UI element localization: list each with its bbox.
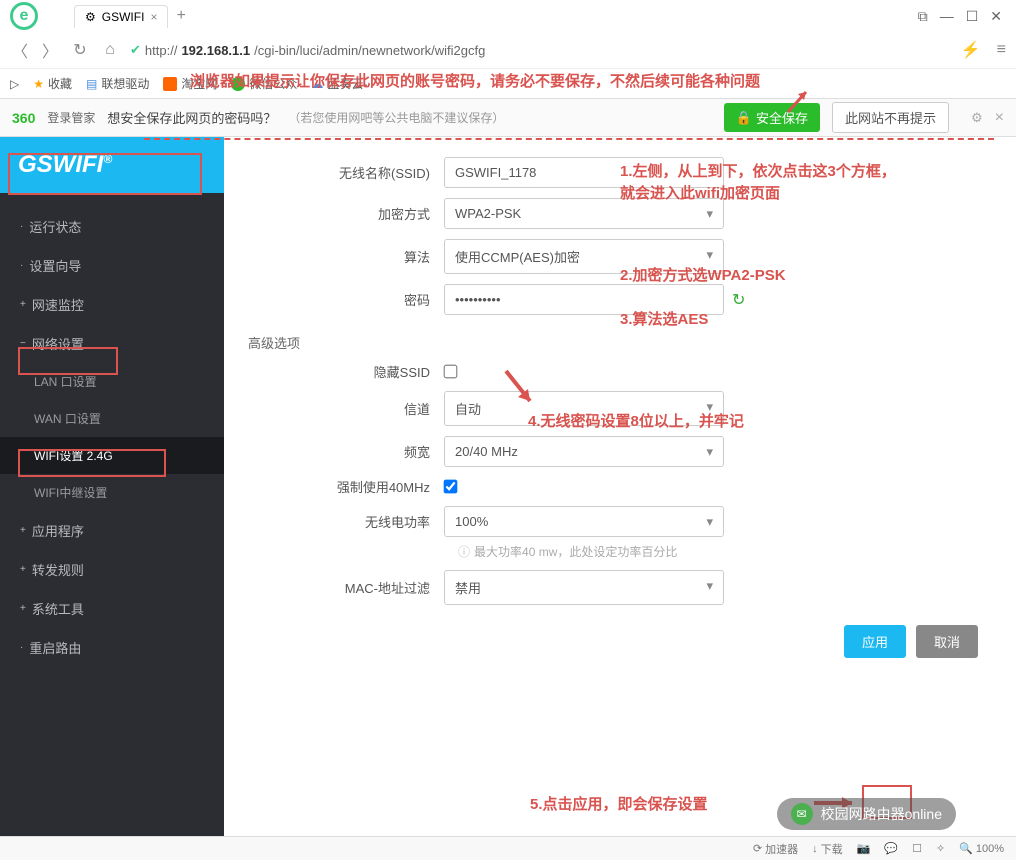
tab-title: GSWIFI: [102, 10, 145, 24]
window-close-icon[interactable]: ✕: [990, 8, 1002, 25]
star-icon: ★: [33, 77, 44, 91]
algorithm-select[interactable]: 使用CCMP(AES)加密: [444, 239, 724, 274]
pm-note: （若您使用网吧等公共电脑不建议保存）: [288, 109, 504, 126]
gear-icon[interactable]: ⚙: [971, 110, 983, 126]
mac-filter-label: MAC-地址过滤: [244, 578, 444, 597]
tab-close-icon[interactable]: ×: [150, 10, 157, 24]
url-scheme: http://: [145, 43, 178, 58]
window-controls: ⧉ — ☐ ✕: [918, 8, 1012, 25]
browser-menu-icon[interactable]: ≡: [997, 41, 1006, 59]
shield-icon: ✔: [130, 42, 141, 58]
status-zoom[interactable]: 🔍 100%: [959, 842, 1004, 855]
pm-save-button[interactable]: 🔒安全保存: [724, 103, 820, 132]
browser-chrome: e ⚙ GSWIFI × + ⧉ — ☐ ✕ 〈 〉 ↻ ⌂ ✔ http://…: [0, 0, 1016, 99]
sidebar-item-wizard[interactable]: ·设置向导: [0, 246, 224, 285]
power-hint: ⓘ最大功率40 mw，此处设定功率百分比: [458, 543, 996, 560]
url-path: /cgi-bin/luci/admin/newnetwork/wifi2gcfg: [254, 43, 485, 58]
window-restore-icon[interactable]: ⧉: [918, 8, 928, 25]
browser-logo: e: [4, 0, 44, 36]
lock-icon: 🔒: [736, 110, 752, 126]
pm-dismiss-button[interactable]: 此网站不再提示: [832, 102, 949, 133]
sidebar-item-reboot[interactable]: ·重启路由: [0, 628, 224, 667]
sidebar-item-forward[interactable]: +转发规则: [0, 550, 224, 589]
status-icon[interactable]: 💬: [884, 842, 898, 855]
sidebar-item-speed[interactable]: +网速监控: [0, 285, 224, 324]
encryption-select[interactable]: WPA2-PSK: [444, 198, 724, 229]
nav-back-icon[interactable]: 〈: [10, 38, 30, 62]
sidebar-item-apps[interactable]: +应用程序: [0, 511, 224, 550]
bookmark-item[interactable]: ☁蓝奏云-: [311, 75, 367, 92]
main-content: 无线名称(SSID) 加密方式 WPA2-PSK 算法 使用CCMP(AES)加…: [224, 137, 1016, 837]
status-download[interactable]: ↓ 下载: [812, 841, 843, 857]
channel-select[interactable]: 自动: [444, 391, 724, 426]
router-logo: GSWIFI®: [0, 137, 224, 193]
pm-close-icon[interactable]: ×: [995, 109, 1004, 127]
status-icon[interactable]: 📷: [857, 842, 871, 855]
sidebar: GSWIFI® ·运行状态 ·设置向导 +网速监控 −网络设置 LAN 口设置 …: [0, 137, 224, 837]
hide-ssid-checkbox[interactable]: [444, 365, 458, 379]
favorites-button[interactable]: ★收藏: [33, 75, 72, 92]
window-min-icon[interactable]: —: [940, 8, 954, 25]
refresh-icon[interactable]: ↻: [732, 290, 745, 310]
advanced-section-title: 高级选项: [248, 333, 996, 352]
url-host: 192.168.1.1: [181, 43, 250, 58]
flash-icon[interactable]: ⚡: [961, 40, 981, 60]
ssid-label: 无线名称(SSID): [244, 163, 444, 182]
algorithm-label: 算法: [244, 247, 444, 266]
cloud-icon: ☁: [311, 77, 323, 91]
wechat-icon: [231, 77, 245, 91]
pm-text: 想安全保存此网页的密码吗？: [107, 108, 276, 127]
sidebar-item-wifi-repeat[interactable]: WIFI中继设置: [0, 474, 224, 511]
bookmark-item[interactable]: 淘宝网: [163, 75, 217, 92]
bookmark-item[interactable]: ▤联想驱动: [86, 75, 149, 92]
power-label: 无线电功率: [244, 512, 444, 531]
encryption-label: 加密方式: [244, 204, 444, 223]
password-manager-bar: 360 登录管家 想安全保存此网页的密码吗？ （若您使用网吧等公共电脑不建议保存…: [0, 99, 1016, 137]
pm-logo: 360: [12, 110, 35, 126]
pm-logo-sub: 登录管家: [47, 109, 95, 126]
force40-checkbox[interactable]: [444, 480, 458, 494]
tab-favicon: ⚙: [85, 10, 96, 24]
watermark: ✉ 校园网路由器online: [777, 798, 956, 830]
nav-reload-icon[interactable]: ↻: [70, 40, 90, 60]
channel-label: 信道: [244, 399, 444, 418]
nav-home-icon[interactable]: ⌂: [100, 41, 120, 59]
wechat-icon: ✉: [791, 803, 813, 825]
apply-button[interactable]: 应用: [844, 625, 906, 658]
status-bar: ⟳ 加速器 ↓ 下载 📷 💬 ☐ ✧ 🔍 100%: [0, 836, 1016, 860]
sidebar-item-wifi24g[interactable]: WIFI设置 2.4G: [0, 437, 224, 474]
nav-forward-icon[interactable]: 〉: [40, 38, 60, 62]
force40-label: 强制使用40MHz: [244, 477, 444, 496]
ssid-input[interactable]: [444, 157, 724, 188]
mac-filter-select[interactable]: 禁用: [444, 570, 724, 605]
sidebar-item-lan[interactable]: LAN 口设置: [0, 363, 224, 400]
bandwidth-select[interactable]: 20/40 MHz: [444, 436, 724, 467]
taobao-icon: [163, 77, 177, 91]
annotation-dashline: [144, 138, 994, 140]
status-accel[interactable]: ⟳ 加速器: [753, 841, 798, 857]
bookmark-item[interactable]: 微信公众: [231, 75, 297, 92]
status-icon[interactable]: ✧: [936, 842, 945, 855]
address-bar[interactable]: ✔ http://192.168.1.1/cgi-bin/luci/admin/…: [130, 42, 951, 58]
status-icon[interactable]: ☐: [912, 842, 922, 855]
browser-tab[interactable]: ⚙ GSWIFI ×: [74, 5, 168, 28]
sidebar-item-network[interactable]: −网络设置: [0, 324, 224, 363]
sidebar-item-system[interactable]: +系统工具: [0, 589, 224, 628]
info-icon: ⓘ: [458, 545, 470, 559]
power-select[interactable]: 100%: [444, 506, 724, 537]
hide-ssid-label: 隐藏SSID: [244, 362, 444, 381]
bookmark-toggle-icon[interactable]: ▷: [10, 77, 19, 91]
password-input[interactable]: [444, 284, 724, 315]
password-label: 密码: [244, 290, 444, 309]
sidebar-item-status[interactable]: ·运行状态: [0, 207, 224, 246]
sidebar-list: ·运行状态 ·设置向导 +网速监控 −网络设置 LAN 口设置 WAN 口设置 …: [0, 193, 224, 667]
cancel-button[interactable]: 取消: [916, 625, 978, 658]
bandwidth-label: 频宽: [244, 442, 444, 461]
new-tab-button[interactable]: +: [176, 7, 185, 25]
doc-icon: ▤: [86, 77, 97, 91]
sidebar-item-wan[interactable]: WAN 口设置: [0, 400, 224, 437]
window-max-icon[interactable]: ☐: [966, 8, 979, 25]
